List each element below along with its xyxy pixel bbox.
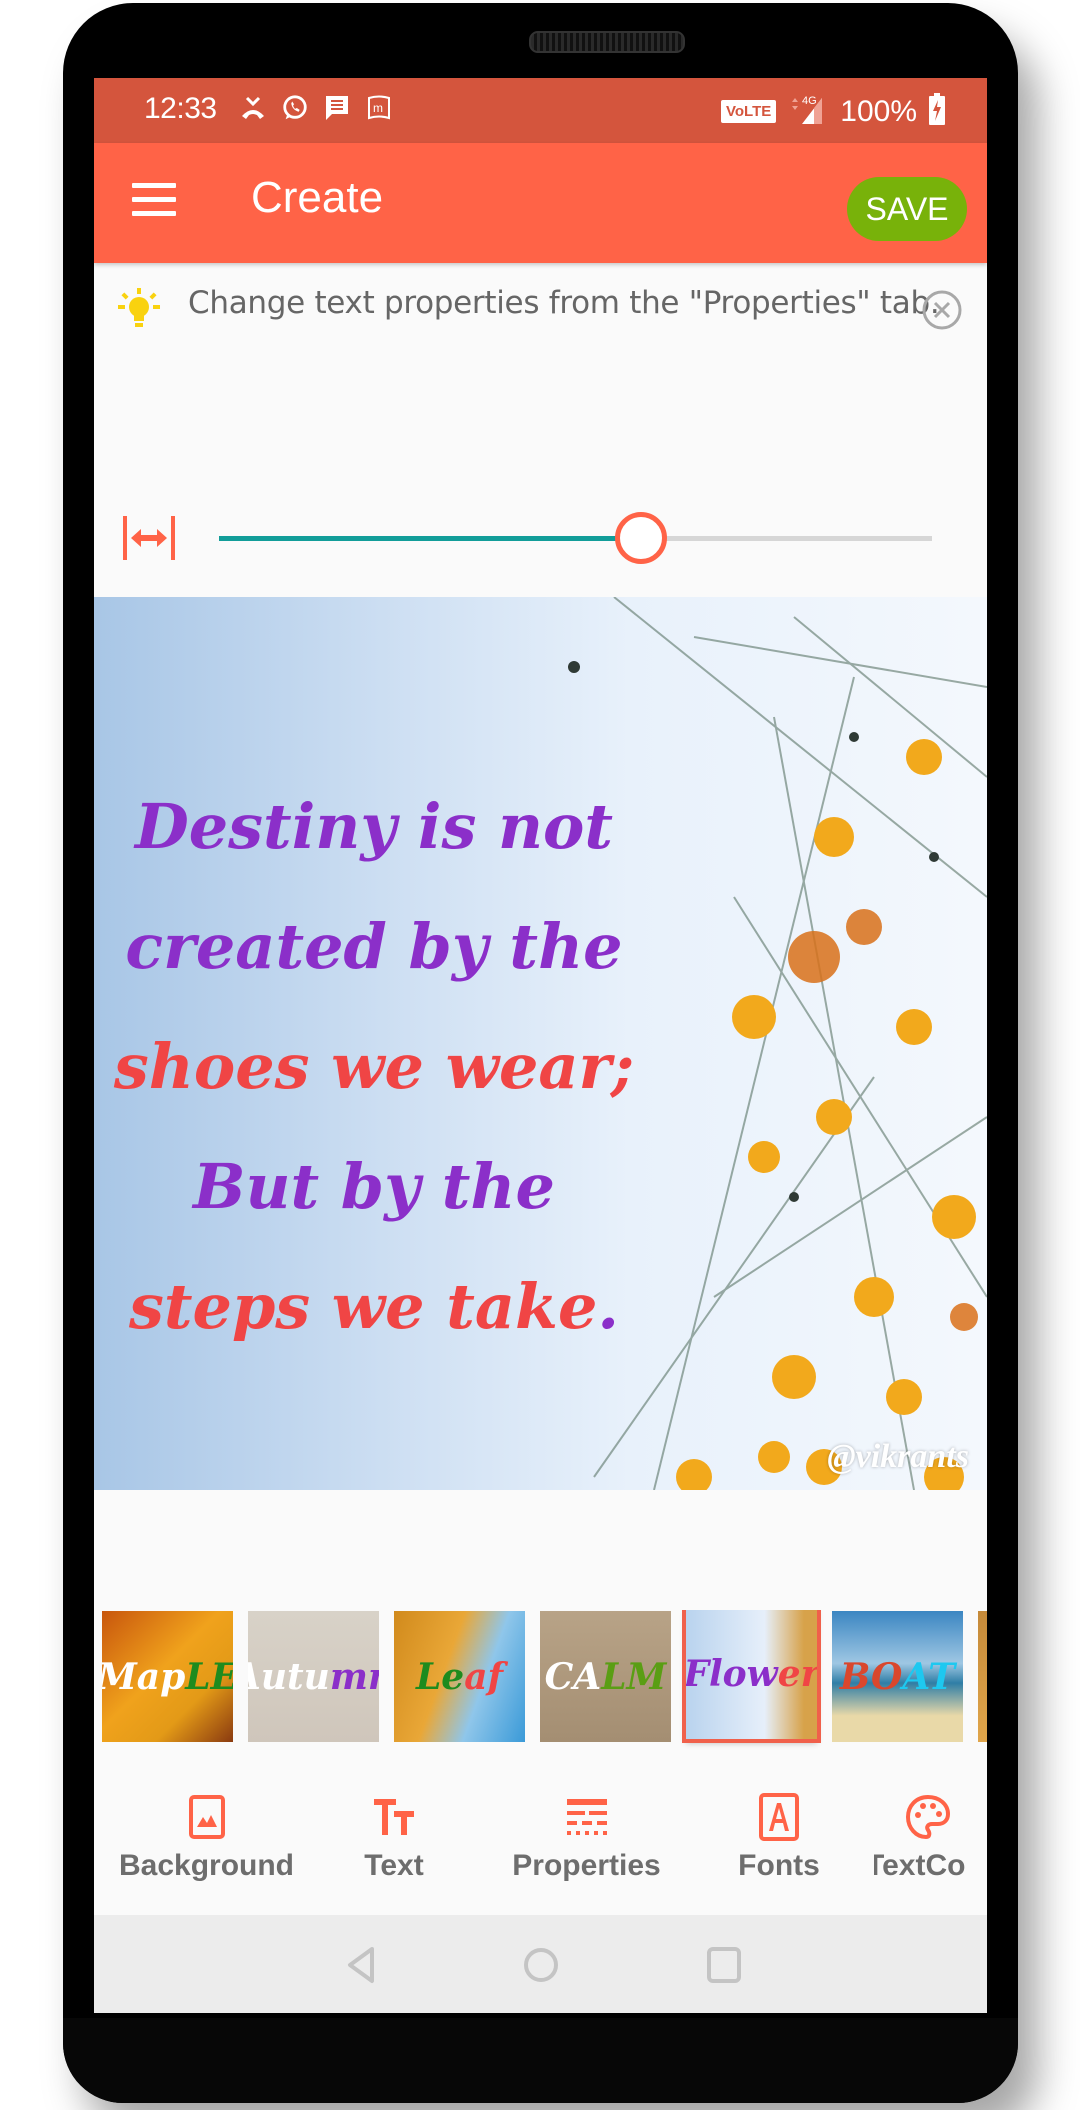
tab-label: Fonts <box>738 1849 820 1882</box>
template-thumb-label: CALM <box>545 1656 667 1698</box>
quote-line-suffix: . <box>597 1270 620 1343</box>
template-thumb-label: Autumn <box>248 1656 379 1698</box>
template-thumb-flower[interactable]: Flower <box>682 1610 821 1743</box>
home-icon[interactable] <box>521 1945 561 1985</box>
tab-fonts[interactable]: Fonts <box>709 1773 849 1908</box>
recents-icon[interactable] <box>704 1945 744 1985</box>
app-toolbar: Create SAVE <box>94 143 987 263</box>
template-label-part: AT <box>902 1655 956 1698</box>
volte-badge: VoLTE <box>720 100 777 123</box>
text-size-icon <box>374 1799 414 1835</box>
quote-line: shoes we wear; <box>94 1007 654 1127</box>
m-app-icon: m <box>365 94 393 122</box>
template-label-part: Map <box>102 1655 186 1698</box>
template-label-part: mn <box>329 1655 379 1698</box>
hint-banner: Change text properties from the "Propert… <box>94 263 987 353</box>
quote-line: steps we take. <box>94 1247 654 1367</box>
tab-text[interactable]: Text <box>334 1773 454 1908</box>
width-arrows-icon <box>121 514 177 562</box>
template-thumb-calm[interactable]: CALM <box>540 1611 671 1742</box>
earpiece-speaker <box>529 31 685 53</box>
tab-label: Text <box>364 1849 424 1882</box>
slider-fill <box>219 536 640 541</box>
battery-charging-icon <box>929 93 945 130</box>
notification-icons: m <box>239 94 393 122</box>
font-box-icon <box>759 1793 799 1841</box>
template-thumb-autumn[interactable]: Autumn <box>248 1611 379 1742</box>
template-thumb-label: MapLE <box>102 1656 233 1698</box>
phone-chin <box>63 2018 1018 2103</box>
page-title: Create <box>251 173 384 222</box>
back-icon[interactable] <box>342 1945 382 1985</box>
template-label-part: af <box>464 1655 504 1698</box>
close-hint-icon[interactable] <box>921 289 963 331</box>
quote-line: Destiny is not <box>94 767 654 887</box>
save-button[interactable]: SAVE <box>847 177 967 241</box>
template-thumb-leaf[interactable]: Leaf <box>394 1611 525 1742</box>
system-nav-bar <box>94 1915 987 2013</box>
svg-text:4G: 4G <box>802 95 817 107</box>
template-label-part: Autu <box>248 1655 330 1698</box>
quote-line-text: But by the <box>193 1150 555 1223</box>
quote-line-text: Destiny is not <box>134 790 614 863</box>
text-width-slider-row <box>94 498 987 578</box>
tab-text-color[interactable]: TextCo <box>874 1773 987 1908</box>
template-strip[interactable]: MapLE Autumn Leaf CALM Flower BOAT <box>94 1610 987 1750</box>
bottom-tab-bar: Background Text Properties Fonts TextCo <box>94 1773 987 1908</box>
screen: 12:33 m VoLTE 4G 100% Create SAVE Change… <box>94 78 987 2013</box>
status-bar: 12:33 m VoLTE 4G 100% <box>94 78 987 143</box>
template-label-part: LE <box>185 1655 233 1698</box>
tab-label: TextCo <box>874 1849 966 1882</box>
missed-call-icon <box>239 94 267 122</box>
template-label-part: LM <box>601 1655 667 1698</box>
quote-line: created by the <box>94 887 654 1007</box>
line-style-icon <box>566 1799 607 1835</box>
watermark: @vikrants <box>827 1438 969 1475</box>
hint-text: Change text properties from the "Propert… <box>188 285 940 321</box>
tab-background[interactable]: Background <box>119 1773 294 1908</box>
status-time: 12:33 <box>144 92 217 125</box>
quote-line-text: shoes we wear; <box>113 1030 635 1103</box>
palette-icon <box>905 1794 951 1840</box>
status-right: VoLTE 4G 100% <box>720 92 945 131</box>
template-thumb-label: BOAT <box>840 1656 955 1698</box>
message-icon <box>323 94 351 122</box>
lightbulb-icon <box>116 285 162 335</box>
template-label-part: BO <box>839 1655 903 1698</box>
svg-text:m: m <box>373 101 383 115</box>
text-width-slider[interactable] <box>219 512 932 564</box>
tab-label: Properties <box>512 1849 661 1882</box>
whatsapp-icon <box>281 94 309 122</box>
signal-icon: 4G <box>788 92 828 131</box>
template-thumb-boat[interactable]: BOAT <box>832 1611 963 1742</box>
template-thumb-label: Flower <box>686 1653 817 1695</box>
template-thumb-partial[interactable] <box>978 1611 987 1742</box>
template-label-part: CA <box>544 1655 602 1698</box>
quote-line-text: created by the <box>125 910 623 983</box>
tab-properties[interactable]: Properties <box>494 1773 679 1908</box>
quote-canvas[interactable]: Destiny is not created by the shoes we wea… <box>94 597 987 1490</box>
quote-text[interactable]: Destiny is not created by the shoes we wea… <box>94 767 654 1367</box>
template-thumb-maple[interactable]: MapLE <box>102 1611 233 1742</box>
quote-line: But by the <box>94 1127 654 1247</box>
template-label-part: Flow <box>686 1652 778 1695</box>
battery-percent: 100% <box>840 94 917 128</box>
quote-line-text: steps we take <box>128 1270 598 1343</box>
template-thumb-label: Leaf <box>416 1656 503 1698</box>
template-label-part: Le <box>415 1655 465 1698</box>
image-icon <box>188 1795 225 1839</box>
hamburger-menu-icon[interactable] <box>132 183 176 219</box>
template-label-part: er <box>777 1652 817 1695</box>
slider-thumb[interactable] <box>614 512 667 564</box>
tab-label: Background <box>118 1849 295 1882</box>
